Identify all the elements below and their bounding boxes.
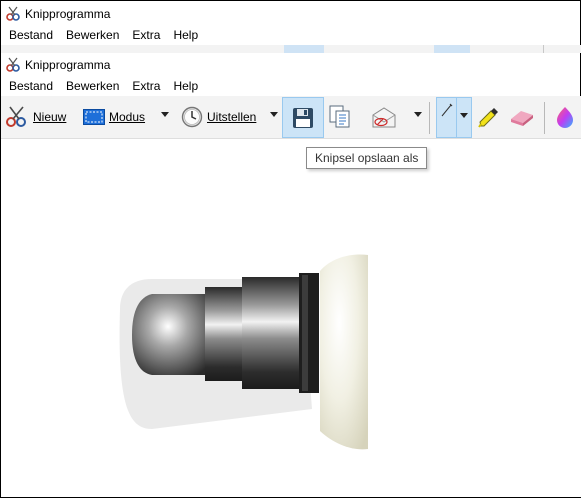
paint3d-button[interactable] (555, 100, 575, 134)
mode-button[interactable]: Modus (83, 100, 145, 134)
eraser-button[interactable] (509, 100, 535, 134)
floppy-disk-icon (293, 108, 313, 128)
new-label: Nieuw (33, 110, 67, 124)
highlighter-icon (478, 108, 498, 128)
rectangle-snip-icon (83, 109, 105, 125)
scissors-icon (6, 106, 26, 127)
ghost-highlight-1 (284, 45, 324, 53)
menu-edit[interactable]: Bewerken (66, 79, 119, 93)
background-titlebar: Knipprogramma (1, 3, 110, 25)
toolbar-separator-2 (544, 102, 545, 134)
send-dropdown-arrow[interactable] (414, 112, 422, 117)
send-button[interactable] (371, 100, 397, 134)
envelope-icon (372, 107, 396, 128)
snip-image (119, 254, 368, 450)
pen-icon (441, 103, 453, 117)
ghost-highlight-2 (434, 45, 470, 53)
scissors-app-icon (6, 6, 20, 21)
menu-extra[interactable]: Extra (132, 79, 160, 93)
tooltip-text: Knipsel opslaan als (315, 151, 419, 165)
menu-help[interactable]: Help (173, 79, 198, 93)
delay-label: Uitstellen (207, 110, 257, 124)
bg-menu-extra[interactable]: Extra (132, 28, 160, 42)
save-button[interactable] (282, 97, 324, 138)
snip-canvas (2, 139, 581, 497)
titlebar: Knipprogramma (1, 54, 110, 76)
bg-menu-edit[interactable]: Bewerken (66, 28, 119, 42)
menubar: Bestand Bewerken Extra Help (1, 76, 203, 96)
background-toolbar-strip (1, 45, 581, 53)
new-button[interactable]: Nieuw (5, 100, 66, 134)
scissors-app-icon (6, 57, 20, 72)
menu-file[interactable]: Bestand (9, 79, 53, 93)
pen-dropdown-arrow (460, 113, 468, 118)
background-window-title: Knipprogramma (25, 7, 111, 21)
clock-icon (181, 106, 203, 128)
eraser-icon (511, 111, 533, 126)
highlighter-button[interactable] (477, 100, 499, 134)
mode-label: Modus (109, 110, 146, 124)
copy-button[interactable] (329, 100, 353, 134)
window-title: Knipprogramma (25, 58, 111, 72)
delay-button[interactable]: Uitstellen (181, 100, 256, 134)
save-tooltip: Knipsel opslaan als (306, 147, 428, 169)
bg-menu-file[interactable]: Bestand (9, 28, 53, 42)
copy-icon (329, 105, 350, 128)
paint3d-icon (557, 107, 573, 128)
mode-dropdown-arrow[interactable] (161, 112, 169, 117)
pen-button[interactable] (436, 97, 458, 138)
background-menubar: Bestand Bewerken Extra Help (1, 25, 203, 45)
delay-dropdown-arrow[interactable] (270, 112, 278, 117)
ghost-separator (543, 45, 544, 53)
window-frame: Knipprogramma Bestand Bewerken Extra Hel… (0, 0, 581, 498)
toolbar-separator (429, 102, 430, 134)
toolbar: Nieuw Modus Uitstellen (1, 96, 581, 139)
bg-menu-help[interactable]: Help (173, 28, 198, 42)
pen-dropdown[interactable] (456, 97, 472, 138)
